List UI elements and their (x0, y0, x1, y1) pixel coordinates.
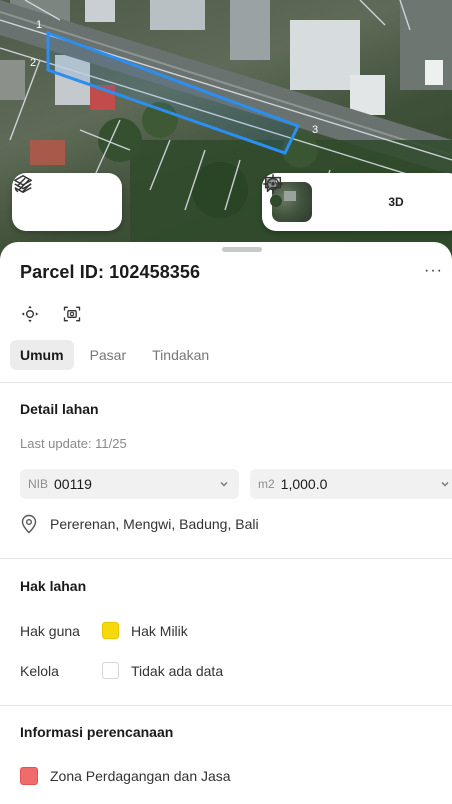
nib-prefix: NIB (28, 477, 49, 491)
rights-label: Kelola (20, 662, 59, 679)
section-title-planning: Informasi perencanaan (20, 724, 174, 740)
screenshot-button[interactable] (60, 302, 84, 326)
rights-label: Hak guna (20, 622, 80, 639)
screenshot-icon (63, 306, 81, 322)
zone-name: Zona Perdagangan dan Jasa (50, 768, 231, 784)
parcel-corner-label: 1 (36, 19, 42, 31)
focus-parcel-button[interactable] (18, 302, 42, 326)
rights-value: Tidak ada data (131, 662, 224, 679)
zone-row[interactable]: Zona Perdagangan dan Jasa (20, 767, 452, 785)
address-row: Pererenan, Mengwi, Badung, Bali (20, 514, 259, 534)
draw-icon (14, 177, 32, 193)
nib-select[interactable]: NIB 00119 (20, 469, 239, 499)
parcel-corner-label: 3 (312, 124, 318, 136)
area-select[interactable]: m2 1,000.0 (250, 469, 452, 499)
section-title-detail: Detail lahan (20, 401, 99, 417)
tab-umum[interactable]: Umum (10, 340, 74, 370)
sheet-tools (18, 302, 84, 326)
draw-button[interactable] (14, 177, 110, 222)
focus-icon (21, 305, 39, 323)
chat-icon (264, 176, 282, 193)
divider (0, 558, 452, 559)
rights-color-swatch (102, 662, 119, 679)
tab-tindakan[interactable]: Tindakan (142, 340, 219, 370)
parcel-title: Parcel ID: 102458356 (20, 262, 201, 282)
area-value: 1,000.0 (280, 476, 328, 492)
chevron-down-icon (209, 469, 239, 499)
sheet-header: Parcel ID: 102458356 ··· ✕ (20, 262, 452, 284)
sheet-drag-handle[interactable] (222, 247, 262, 252)
rights-row-kelola: Kelola Tidak ada data (20, 662, 223, 679)
rights-color-swatch (102, 622, 119, 639)
nib-value: 00119 (54, 476, 92, 492)
3d-toggle-button[interactable]: 3D (376, 182, 416, 222)
area-unit: m2 (258, 477, 275, 491)
locate-button[interactable] (263, 174, 364, 222)
satellite-map[interactable]: 1 3 2 3D (0, 0, 452, 260)
last-update-text: Last update: 11/25 (20, 436, 127, 451)
tab-pasar[interactable]: Pasar (80, 340, 137, 370)
rights-row-hak-guna: Hak guna Hak Milik (20, 622, 188, 639)
rights-value: Hak Milik (131, 622, 188, 639)
more-options-button[interactable]: ··· (424, 262, 443, 280)
map-right-controls: 3D (262, 173, 452, 231)
map-left-controls (12, 173, 122, 231)
parcel-detail-sheet: Parcel ID: 102458356 ··· ✕ Umum Pasar Ti… (0, 242, 452, 804)
chevron-down-icon (430, 469, 452, 499)
zone-color-swatch (20, 767, 38, 785)
location-pin-icon (21, 514, 37, 534)
divider (0, 382, 452, 383)
chat-button[interactable] (264, 176, 452, 222)
address-text: Pererenan, Mengwi, Badung, Bali (50, 516, 259, 532)
sheet-tabs: Umum Pasar Tindakan (10, 340, 219, 370)
parcel-corner-label: 2 (30, 57, 36, 69)
section-title-rights: Hak lahan (20, 578, 87, 594)
divider (0, 705, 452, 706)
